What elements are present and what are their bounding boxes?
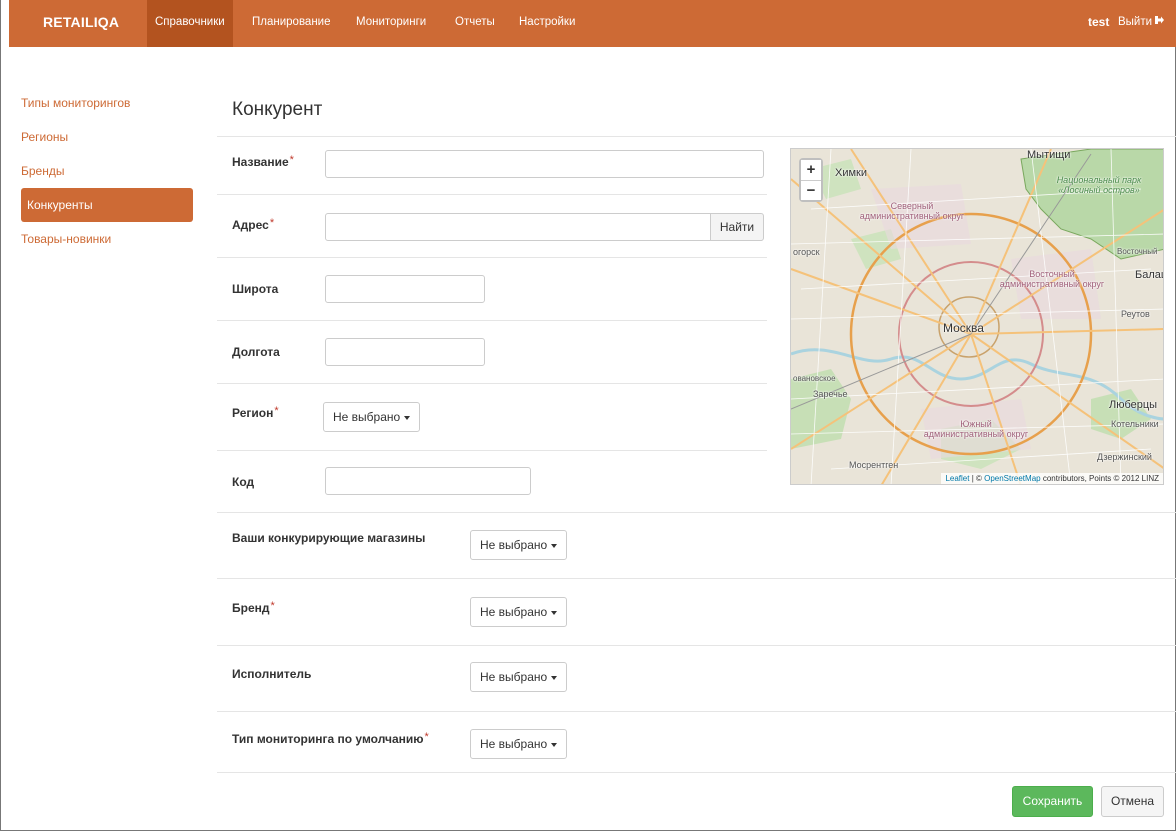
caret-down-icon: [551, 676, 557, 680]
longitude-input[interactable]: [325, 338, 485, 366]
caret-down-icon: [551, 743, 557, 747]
map-label-krasnogorsk: огорск: [793, 247, 820, 257]
competing-stores-dropdown[interactable]: Не выбрано: [470, 530, 567, 560]
osm-link[interactable]: OpenStreetMap: [984, 474, 1040, 483]
zoom-out-button[interactable]: −: [801, 180, 821, 200]
map-label-east-district: Восточный административный округ: [999, 269, 1105, 289]
latitude-input[interactable]: [325, 275, 485, 303]
divider: [217, 578, 1176, 579]
region-label: Регион*: [232, 405, 279, 420]
current-user[interactable]: test: [1088, 0, 1109, 47]
map-label-zarechye: Заречье: [813, 389, 848, 399]
map-label-khimki: Химки: [835, 167, 868, 179]
cancel-button[interactable]: Отмена: [1101, 786, 1164, 817]
sidebar: Типы мониторингов Регионы Бренды Конкуре…: [21, 86, 193, 256]
zoom-in-button[interactable]: +: [801, 160, 821, 180]
divider: [217, 512, 1176, 513]
code-input[interactable]: [325, 467, 531, 495]
required-mark: *: [424, 731, 429, 743]
location-map[interactable]: + − Москва Мытищи Химки Люберцы Балаш Ре…: [790, 148, 1164, 485]
divider: [217, 320, 767, 321]
nav-item-settings[interactable]: Настройки: [511, 0, 583, 47]
map-label-reutov: Реутов: [1121, 309, 1150, 319]
nav-item-monitorings[interactable]: Мониторинги: [348, 0, 434, 47]
address-input[interactable]: [325, 213, 711, 241]
name-label: Название*: [232, 154, 294, 169]
brand-label: Бренд*: [232, 600, 275, 615]
longitude-label: Долгота: [232, 345, 280, 359]
default-monitoring-type-dropdown[interactable]: Не выбрано: [470, 729, 567, 759]
competing-stores-selected: Не выбрано: [480, 538, 548, 552]
brand-dropdown[interactable]: Не выбрано: [470, 597, 567, 627]
title-divider: [217, 136, 1176, 137]
default-monitoring-type-selected: Не выбрано: [480, 737, 548, 751]
divider: [217, 257, 767, 258]
nav-item-reports[interactable]: Отчеты: [447, 0, 503, 47]
map-label-moscow: Москва: [943, 321, 984, 335]
required-mark: *: [274, 405, 279, 417]
caret-down-icon: [551, 611, 557, 615]
divider: [217, 645, 1176, 646]
competing-stores-label: Ваши конкурирующие магазины: [232, 531, 426, 545]
sidebar-item-competitors[interactable]: Конкуренты: [21, 188, 193, 222]
executor-selected: Не выбрано: [480, 670, 548, 684]
region-selected: Не выбрано: [333, 410, 401, 424]
sidebar-item-brands[interactable]: Бренды: [21, 154, 193, 188]
executor-dropdown[interactable]: Не выбрано: [470, 662, 567, 692]
page-title: Конкурент: [232, 99, 323, 120]
brand-logo[interactable]: RETAILIQA: [43, 0, 119, 47]
divider: [217, 450, 767, 451]
sidebar-item-regions[interactable]: Регионы: [21, 120, 193, 154]
map-label-lyubertsy: Люберцы: [1109, 399, 1158, 411]
required-mark: *: [289, 154, 294, 166]
executor-label: Исполнитель: [232, 667, 312, 681]
required-mark: *: [269, 217, 275, 229]
divider: [217, 383, 767, 384]
map-label-dzerzhinsky: Дзержинский: [1097, 452, 1152, 462]
map-label-park: Национальный парк «Лосиный остров»: [1056, 175, 1142, 195]
name-input[interactable]: [325, 150, 764, 178]
nav-item-directories[interactable]: Справочники: [147, 0, 233, 47]
map-label-south-district: Южный административный округ: [923, 419, 1029, 439]
save-button[interactable]: Сохранить: [1012, 786, 1093, 817]
map-label-mytishchi: Мытищи: [1027, 149, 1071, 161]
map-label-sosenskoe: овановское: [793, 374, 836, 383]
leaflet-link[interactable]: Leaflet: [945, 474, 969, 483]
caret-down-icon: [551, 544, 557, 548]
default-monitoring-type-label: Тип мониторинга по умолчанию*: [232, 731, 429, 746]
region-dropdown[interactable]: Не выбрано: [323, 402, 420, 432]
divider: [217, 711, 1176, 712]
caret-down-icon: [404, 416, 410, 420]
map-label-balashikha: Балаш: [1135, 269, 1163, 281]
sidebar-item-new-products[interactable]: Товары-новинки: [21, 222, 193, 256]
find-address-button[interactable]: Найти: [710, 213, 764, 241]
code-label: Код: [232, 475, 255, 489]
latitude-label: Широта: [232, 282, 279, 296]
app-window: RETAILIQA Справочники Планирование Монит…: [0, 0, 1176, 831]
nav-item-planning[interactable]: Планирование: [244, 0, 338, 47]
brand-selected: Не выбрано: [480, 605, 548, 619]
logout-icon: [1155, 16, 1165, 24]
map-attribution: Leaflet | © OpenStreetMap contributors, …: [941, 473, 1163, 484]
sidebar-item-monitoring-types[interactable]: Типы мониторингов: [21, 86, 193, 120]
top-navbar: RETAILIQA Справочники Планирование Монит…: [9, 0, 1176, 47]
required-mark: *: [270, 600, 275, 612]
map-zoom-control: + −: [799, 158, 823, 202]
map-label-north-district: Северный административный округ: [859, 201, 965, 221]
map-label-mosrentgen: Мосрентген: [849, 460, 899, 470]
divider: [217, 772, 1176, 773]
map-label-vostochny: Восточный: [1117, 247, 1158, 256]
logout-label: Выйти: [1118, 16, 1153, 28]
address-label: Адрес*: [232, 217, 275, 232]
map-label-kotelniki: Котельники: [1111, 419, 1159, 429]
logout-link[interactable]: Выйти: [1118, 0, 1165, 47]
divider: [217, 194, 767, 195]
